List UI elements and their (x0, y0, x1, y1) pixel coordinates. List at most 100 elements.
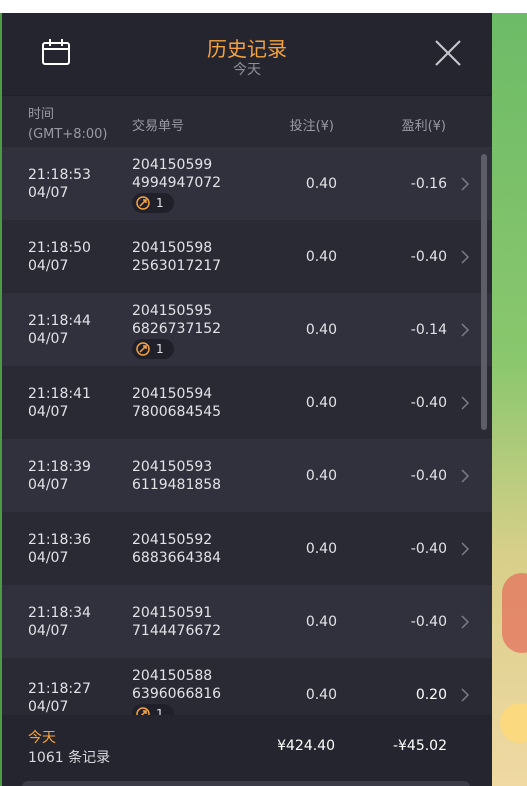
row-order-line2: 6883664384 (132, 550, 222, 566)
row-order: 204150594 7800684545 (132, 385, 221, 421)
row-profit: -0.40 (410, 614, 447, 630)
row-time: 21:18:39 (28, 459, 91, 475)
row-order-line2: 6119481858 (132, 477, 222, 493)
row-order: 204150593 6119481858 (132, 458, 221, 494)
row-date: 04/07 (28, 477, 69, 493)
row-order-line2: 7144476672 (132, 623, 222, 639)
row-badge-count: 1 (156, 196, 164, 210)
row-datetime: 21:18:34 04/07 (28, 604, 91, 640)
row-datetime: 21:18:41 04/07 (28, 385, 91, 421)
row-badge[interactable]: 1 (132, 193, 174, 213)
row-datetime: 21:18:36 04/07 (28, 531, 91, 567)
row-datetime: 21:18:27 04/07 (28, 680, 91, 716)
column-time-zone: (GMT+8:00) (28, 127, 108, 142)
row-date: 04/07 (28, 699, 69, 715)
summary-total-profit: -¥45.02 (392, 738, 447, 754)
row-date: 04/07 (28, 331, 69, 347)
panel-header: 历史记录 今天 (2, 13, 492, 95)
row-order-line1: 204150595 (132, 303, 213, 319)
row-bet: 0.40 (305, 176, 337, 192)
list-item[interactable]: 21:18:27 04/07 204150588 6396066816 1 0.… (2, 658, 492, 716)
list-scrollbar[interactable] (481, 154, 487, 430)
close-icon[interactable] (432, 37, 464, 69)
row-profit: 0.20 (415, 687, 447, 703)
row-order-line1: 204150594 (132, 386, 213, 402)
row-order-line2: 7800684545 (132, 404, 222, 420)
row-order-line1: 204150599 (132, 157, 213, 173)
chevron-right-icon (461, 250, 470, 264)
row-order-line1: 204150593 (132, 459, 213, 475)
row-date: 04/07 (28, 258, 69, 274)
summary-record-count: 1061 条记录 (28, 750, 111, 766)
chevron-right-icon (461, 323, 470, 337)
row-order-line2: 6826737152 (132, 321, 222, 337)
list-item[interactable]: 21:18:36 04/07 204150592 6883664384 0.40… (2, 512, 492, 585)
row-order-line1: 204150588 (132, 668, 213, 684)
background-decoration (500, 703, 527, 743)
top-strip (0, 0, 527, 13)
row-order-line2: 6396066816 (132, 686, 222, 702)
row-profit: -0.40 (410, 395, 447, 411)
row-badge[interactable]: 1 (132, 339, 174, 359)
row-profit: -0.40 (410, 468, 447, 484)
row-time: 21:18:27 (28, 681, 91, 697)
chevron-right-icon (461, 396, 470, 410)
background-decoration (502, 573, 527, 653)
chevron-right-icon (461, 542, 470, 556)
chevron-right-icon (461, 177, 470, 191)
row-bet: 0.40 (305, 468, 337, 484)
column-order: 交易单号 (132, 119, 185, 134)
row-date: 04/07 (28, 185, 69, 201)
row-order: 204150598 2563017217 (132, 239, 221, 275)
row-datetime: 21:18:44 04/07 (28, 312, 91, 348)
rocket-icon (136, 196, 150, 210)
row-date: 04/07 (28, 550, 69, 566)
row-date: 04/07 (28, 404, 69, 420)
row-bet: 0.40 (305, 687, 337, 703)
chevron-right-icon (461, 688, 470, 702)
chevron-right-icon (461, 469, 470, 483)
row-order-line1: 204150592 (132, 532, 213, 548)
row-order-line1: 204150591 (132, 605, 213, 621)
column-time-label: 时间 (28, 107, 55, 122)
list-item[interactable]: 21:18:44 04/07 204150595 6826737152 1 0.… (2, 293, 492, 366)
rocket-icon (136, 342, 150, 356)
summary-period: 今天 (28, 730, 56, 746)
row-bet: 0.40 (305, 541, 337, 557)
page-title: 历史记录 (207, 37, 287, 61)
row-datetime: 21:18:53 04/07 (28, 166, 91, 202)
row-time: 21:18:34 (28, 605, 91, 621)
history-list: 21:18:53 04/07 204150599 4994947072 1 0.… (2, 147, 492, 716)
row-time: 21:18:53 (28, 167, 91, 183)
list-item[interactable]: 21:18:41 04/07 204150594 7800684545 0.40… (2, 366, 492, 439)
row-time: 21:18:50 (28, 240, 91, 256)
row-profit: -0.16 (410, 176, 447, 192)
row-date: 04/07 (28, 623, 69, 639)
row-bet: 0.40 (305, 249, 337, 265)
column-bet: 投注(¥) (289, 119, 334, 134)
summary-total-bet: ¥424.40 (277, 738, 335, 754)
row-order-line1: 204150598 (132, 240, 213, 256)
background-game-scene (492, 13, 527, 786)
row-badge-count: 1 (156, 342, 164, 356)
row-profit: -0.40 (410, 249, 447, 265)
row-order: 204150595 6826737152 (132, 302, 221, 338)
row-datetime: 21:18:39 04/07 (28, 458, 91, 494)
bottom-handle[interactable] (22, 781, 470, 786)
row-profit: -0.14 (410, 322, 447, 338)
row-time: 21:18:41 (28, 386, 91, 402)
list-item[interactable]: 21:18:53 04/07 204150599 4994947072 1 0.… (2, 147, 492, 220)
column-header: 时间 (GMT+8:00) 交易单号 投注(¥) 盈利(¥) (2, 95, 492, 148)
row-time: 21:18:44 (28, 313, 91, 329)
list-item[interactable]: 21:18:39 04/07 204150593 6119481858 0.40… (2, 439, 492, 512)
column-profit: 盈利(¥) (401, 119, 446, 134)
list-item[interactable]: 21:18:50 04/07 204150598 2563017217 0.40… (2, 220, 492, 293)
history-panel: 历史记录 今天 时间 (GMT+8:00) 交易单号 投注(¥) 盈利(¥) 2… (2, 13, 492, 786)
row-time: 21:18:36 (28, 532, 91, 548)
row-datetime: 21:18:50 04/07 (28, 239, 91, 275)
chevron-right-icon (461, 615, 470, 629)
row-bet: 0.40 (305, 395, 337, 411)
list-item[interactable]: 21:18:34 04/07 204150591 7144476672 0.40… (2, 585, 492, 658)
row-order-line2: 4994947072 (132, 175, 222, 191)
row-order: 204150588 6396066816 (132, 667, 221, 703)
